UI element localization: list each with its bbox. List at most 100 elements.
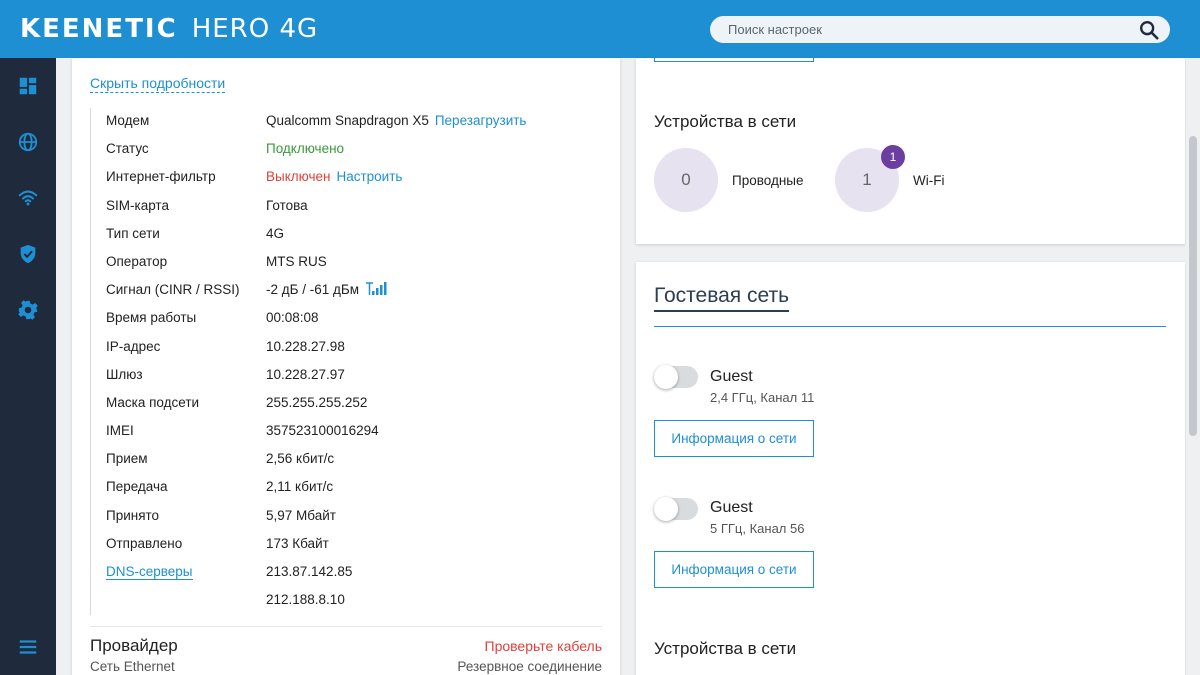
- value-received: 5,97 Мбайт: [266, 507, 336, 523]
- row-operator: Оператор MTS RUS: [91, 249, 602, 277]
- hamburger-icon: [19, 640, 37, 654]
- hide-details-link[interactable]: Скрыть подробности: [90, 75, 226, 93]
- value-tx-rate: 2,11 кбит/с: [266, 479, 334, 495]
- label-ip: IP-адрес: [106, 338, 161, 354]
- guest-24-details: 2,4 ГГц, Канал 11: [710, 390, 815, 405]
- configure-filter-link[interactable]: Настроить: [336, 169, 402, 184]
- wifi-devices-label: Wi-Fi: [913, 173, 945, 188]
- dashboard-icon: [19, 77, 37, 95]
- search-icon[interactable]: [1138, 19, 1160, 41]
- guest-5-toggle[interactable]: [654, 497, 698, 521]
- scrollbar-thumb[interactable]: [1189, 136, 1197, 436]
- guest-5-info-button[interactable]: Информация о сети: [654, 551, 814, 588]
- guest-24-info-button[interactable]: Информация о сети: [654, 420, 814, 457]
- guest-24-toggle[interactable]: [654, 365, 698, 389]
- label-internet-filter: Интернет-фильтр: [106, 169, 216, 185]
- dns-servers-link[interactable]: DNS-серверы: [106, 564, 193, 580]
- value-ip: 10.228.27.98: [266, 338, 345, 354]
- label-sent: Отправлено: [106, 535, 183, 551]
- row-network-type: Тип сети 4G: [91, 221, 602, 249]
- logo: KEENETIC HERO 4G: [20, 14, 318, 44]
- guest-5-name: Guest: [710, 499, 753, 516]
- toggle-knob: [654, 497, 678, 521]
- wired-devices-count[interactable]: 0: [654, 148, 718, 212]
- value-sent: 173 Кбайт: [266, 535, 329, 551]
- sidebar-item-dashboard[interactable]: [0, 58, 56, 114]
- sidebar-item-settings[interactable]: [0, 282, 56, 338]
- search-input[interactable]: [728, 20, 1128, 39]
- status-connected: Подключено: [266, 141, 345, 157]
- modem-panel: Скрыть подробности Модем Qualcomm Snapdr…: [72, 58, 620, 675]
- row-gateway: Шлюз 10.228.27.97: [91, 362, 602, 390]
- partial-button[interactable]: [654, 46, 814, 62]
- label-tx-rate: Передача: [106, 479, 168, 495]
- guest-devices-title: Устройства в сети: [654, 639, 797, 658]
- row-dns: DNS-серверы 213.87.142.85: [91, 559, 602, 587]
- search-box[interactable]: [710, 16, 1170, 43]
- signal-text: -2 дБ / -61 дБм: [266, 282, 360, 298]
- label-received: Принято: [106, 507, 160, 523]
- page-scrollbar[interactable]: [1186, 58, 1200, 675]
- devices-title: Устройства в сети: [654, 112, 797, 131]
- row-internet-filter: Интернет-фильтр Выключен Настроить: [91, 164, 602, 192]
- guest-title-underline: [654, 326, 1166, 327]
- divider: [90, 626, 602, 627]
- gear-icon: [18, 300, 38, 320]
- label-sim: SIM-карта: [106, 197, 169, 213]
- devices-panel: Устройства в сети 0 Проводные 1 1 Wi-Fi: [636, 46, 1185, 244]
- row-modem: Модем Qualcomm Snapdragon X5 Перезагрузит…: [91, 108, 602, 136]
- row-uptime: Время работы 00:08:08: [91, 305, 602, 333]
- backup-connection-label: Резервное соединение: [457, 659, 602, 674]
- sidebar-item-wifi[interactable]: [0, 170, 56, 226]
- value-operator: MTS RUS: [266, 253, 327, 269]
- check-cable-status[interactable]: Проверьте кабель: [485, 638, 602, 654]
- provider-subtitle: Сеть Ethernet: [90, 659, 175, 674]
- row-tx-rate: Передача 2,11 кбит/с: [91, 474, 602, 502]
- label-network-type: Тип сети: [106, 225, 160, 241]
- guest-network-title[interactable]: Гостевая сеть: [654, 284, 790, 312]
- value-modem: Qualcomm Snapdragon X5 Перезагрузить: [266, 113, 526, 128]
- value-network-type: 4G: [266, 225, 285, 241]
- value-netmask: 255.255.255.252: [266, 394, 368, 410]
- label-uptime: Время работы: [106, 310, 197, 326]
- label-signal: Сигнал (CINR / RSSI): [106, 282, 240, 298]
- value-dns-secondary: 212.188.8.10: [266, 592, 345, 608]
- value-internet-filter: Выключен Настроить: [266, 169, 402, 184]
- value-rx-rate: 2,56 кбит/с: [266, 451, 335, 467]
- value-status: Подключено: [266, 141, 344, 156]
- row-dns-secondary: 212.188.8.10: [91, 587, 602, 615]
- guest-5-details: 5 ГГц, Канал 56: [710, 521, 805, 536]
- label-status: Статус: [106, 141, 149, 157]
- toggle-knob: [654, 365, 678, 389]
- value-gateway: 10.228.27.97: [266, 366, 345, 382]
- value-dns-primary: 213.87.142.85: [266, 564, 353, 579]
- modem-details: Модем Qualcomm Snapdragon X5 Перезагрузит…: [90, 108, 602, 616]
- logo-model: HERO 4G: [191, 14, 319, 44]
- sidebar: [0, 58, 56, 675]
- row-netmask: Маска подсети 255.255.255.252: [91, 390, 602, 418]
- value-signal: -2 дБ / -61 дБм: [266, 282, 387, 297]
- label-rx-rate: Прием: [106, 451, 148, 467]
- wifi-icon: [18, 190, 38, 206]
- provider-title: Провайдер: [90, 636, 178, 655]
- row-signal: Сигнал (CINR / RSSI) -2 дБ / -61 дБм: [91, 277, 602, 305]
- globe-icon: [18, 132, 38, 152]
- sidebar-item-internet[interactable]: [0, 114, 56, 170]
- label-operator: Оператор: [106, 253, 168, 269]
- reboot-link[interactable]: Перезагрузить: [435, 113, 527, 128]
- label-gateway: Шлюз: [106, 366, 143, 382]
- row-received: Принято 5,97 Мбайт: [91, 503, 602, 531]
- sidebar-item-security[interactable]: [0, 226, 56, 282]
- row-imei: IMEI 357523100016294: [91, 418, 602, 446]
- sidebar-item-menu[interactable]: [0, 619, 56, 675]
- value-sim: Готова: [266, 197, 308, 213]
- modem-name: Qualcomm Snapdragon X5: [266, 113, 429, 128]
- filter-off: Выключен: [266, 169, 331, 185]
- label-imei: IMEI: [106, 423, 134, 439]
- label-modem: Модем: [106, 113, 150, 128]
- label-netmask: Маска подсети: [106, 394, 200, 410]
- top-bar: KEENETIC HERO 4G: [0, 0, 1200, 58]
- wired-devices-label: Проводные: [732, 173, 804, 188]
- value-uptime: 00:08:08: [266, 310, 319, 326]
- row-rx-rate: Прием 2,56 кбит/с: [91, 446, 602, 474]
